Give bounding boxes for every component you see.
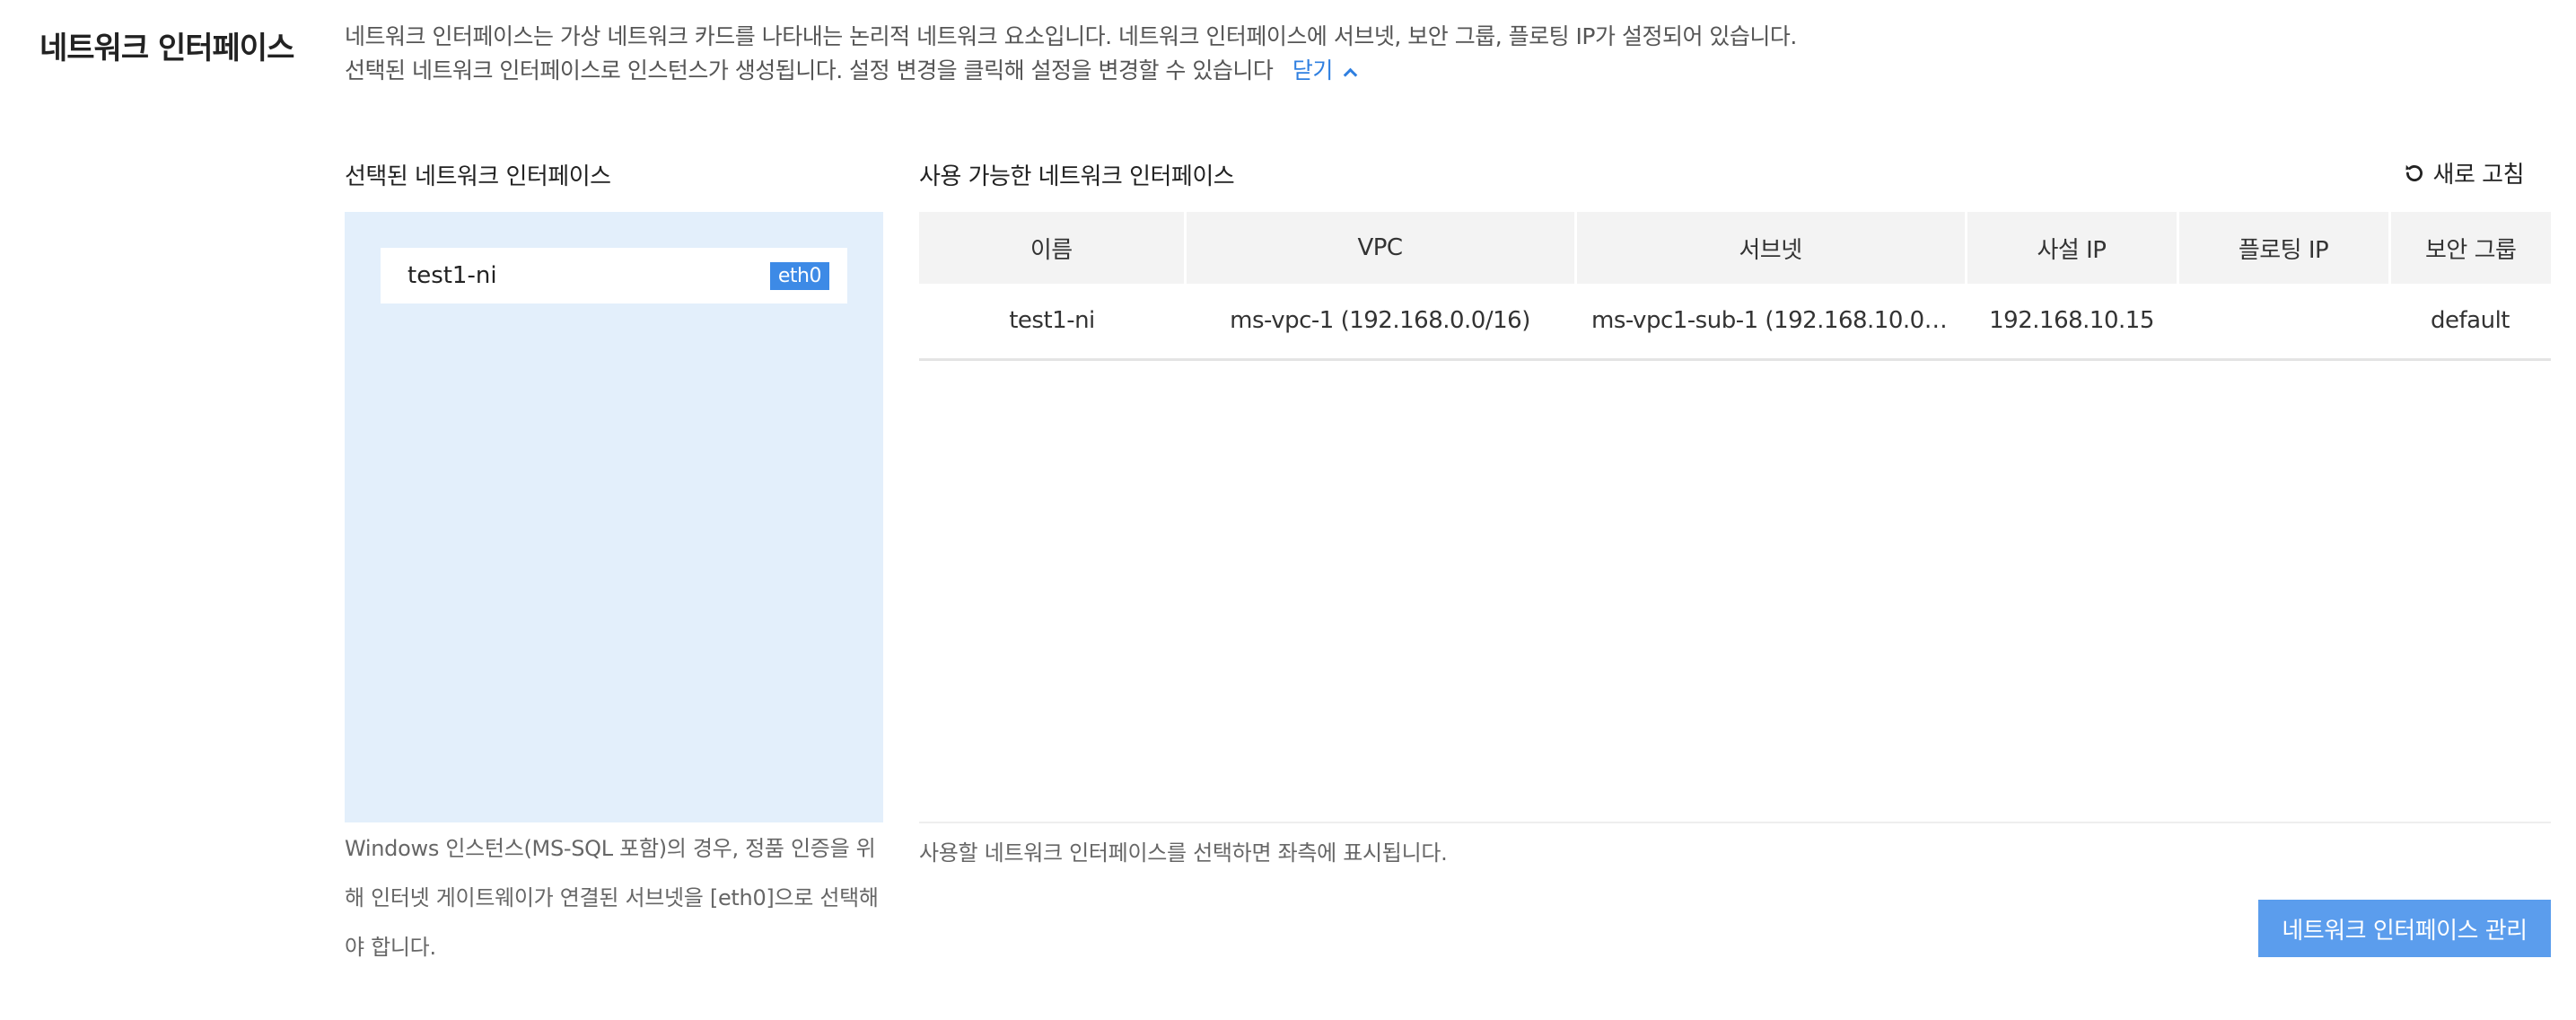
refresh-button[interactable]: 새로 고침 [2403, 156, 2525, 189]
selected-interfaces-title: 선택된 네트워크 인터페이스 [345, 163, 611, 190]
eth-badge: eth0 [769, 261, 829, 290]
cell-subnet: ms-vpc1-sub-1 (192.168.10.0/... [1575, 284, 1966, 361]
table-row[interactable]: test1-ni ms-vpc-1 (192.168.0.0/16) ms-vp… [919, 284, 2551, 361]
selected-interface-item[interactable]: test1-ni eth0 [381, 248, 847, 303]
available-interfaces-title: 사용 가능한 네트워크 인터페이스 [919, 163, 1235, 190]
cell-vpc: ms-vpc-1 (192.168.0.0/16) [1185, 284, 1575, 361]
collapse-label: 닫기 [1292, 57, 1334, 84]
cell-security-group: default [2389, 284, 2551, 361]
column-header-vpc[interactable]: VPC [1185, 212, 1577, 284]
column-header-floating-ip[interactable]: 플로팅 IP [2177, 212, 2391, 284]
description-line-2: 선택된 네트워크 인터페이스로 인스턴스가 생성됩니다. 설정 변경을 클릭해 … [345, 54, 2409, 88]
selection-hint: 사용할 네트워크 인터페이스를 선택하면 좌측에 표시됩니다. [919, 840, 1448, 866]
column-header-private-ip[interactable]: 사설 IP [1966, 212, 2179, 284]
table-bottom-divider [919, 822, 2551, 823]
description-line-1: 네트워크 인터페이스는 가상 네트워크 카드를 나타내는 논리적 네트워크 요소… [345, 23, 1797, 49]
chevron-up-icon [1343, 67, 1358, 82]
column-header-subnet[interactable]: 서브넷 [1575, 212, 1967, 284]
manage-network-interfaces-button[interactable]: 네트워크 인터페이스 관리 [2258, 900, 2551, 957]
column-header-name[interactable]: 이름 [919, 212, 1187, 284]
windows-eth0-note: Windows 인스턴스(MS-SQL 포함)의 경우, 정품 인증을 위해 인… [345, 836, 879, 960]
refresh-icon [2405, 164, 2423, 181]
section-title: 네트워크 인터페이스 [39, 31, 294, 66]
cell-floating-ip [2177, 284, 2389, 361]
refresh-label: 새로 고침 [2432, 162, 2525, 189]
table-header-row: 이름 VPC 서브넷 사설 IP 플로팅 IP 보안 그룹 [919, 212, 2551, 284]
column-header-security-group[interactable]: 보안 그룹 [2389, 212, 2551, 284]
available-interfaces-table: 이름 VPC 서브넷 사설 IP 플로팅 IP 보안 그룹 test1-ni m… [919, 212, 2551, 361]
network-interface-page: 네트워크 인터페이스 네트워크 인터페이스는 가상 네트워크 카드를 나타내는 … [0, 0, 2576, 1020]
cell-private-ip: 192.168.10.15 [1966, 284, 2177, 361]
cell-name: test1-ni [919, 284, 1185, 361]
collapse-description-link[interactable]: 닫기 [1292, 54, 1358, 88]
selected-interfaces-panel: test1-ni eth0 [345, 212, 883, 822]
section-description: 네트워크 인터페이스는 가상 네트워크 카드를 나타내는 논리적 네트워크 요소… [345, 20, 2409, 88]
description-line-2-text: 선택된 네트워크 인터페이스로 인스턴스가 생성됩니다. 설정 변경을 클릭해 … [345, 57, 1274, 84]
selected-interface-name: test1-ni [407, 262, 497, 289]
